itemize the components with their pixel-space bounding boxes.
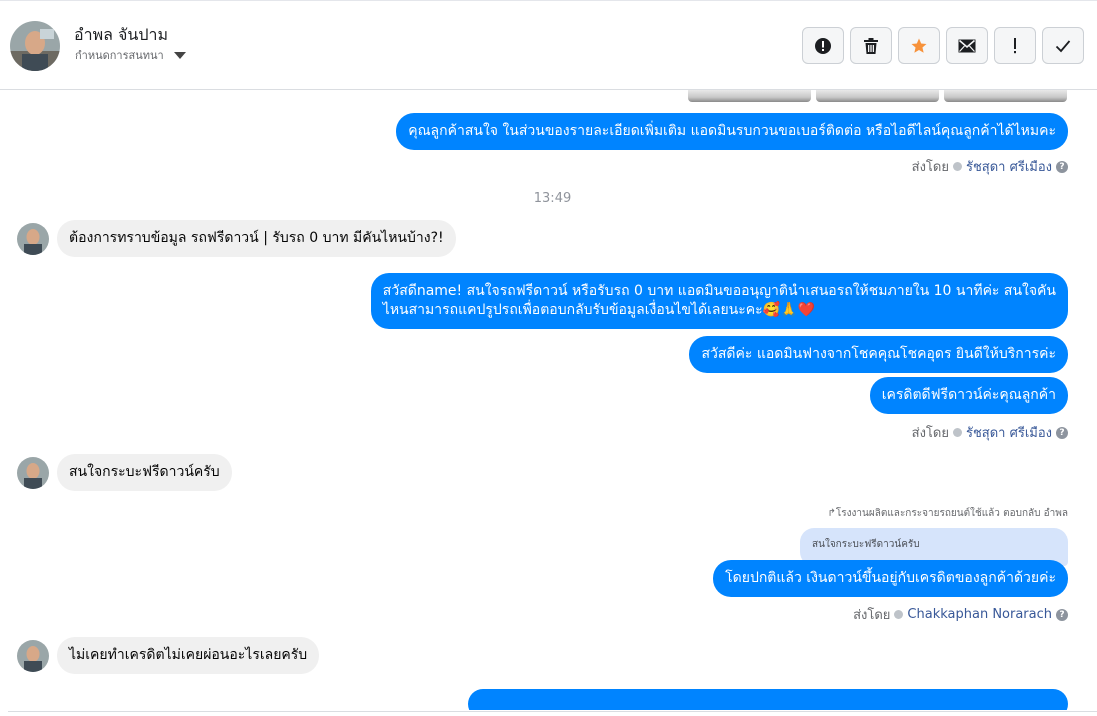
incoming-message[interactable]: สนใจกระบะฟรีดาวน์ครับ: [57, 454, 232, 491]
outgoing-message[interactable]: สวัสดีname! สนใจรถฟรีดาวน์ หรือรับรถ 0 บ…: [370, 273, 1068, 329]
sent-by-label: ส่งโดย: [853, 608, 891, 623]
help-icon[interactable]: ?: [1056, 160, 1068, 173]
message-row: สวัสดีname! สนใจรถฟรีดาวน์ หรือรับรถ 0 บ…: [370, 273, 1068, 329]
timestamp: 13:49: [533, 191, 572, 206]
message-row: สวัสดีค่ะ แอดมินฟางจากโชคคุณโชคอุดร ยินด…: [689, 336, 1068, 373]
outgoing-message[interactable]: โดยปกติแล้ว เงินดาวน์ขึ้นอยู่กับเครดิตขอ…: [713, 560, 1068, 597]
contact-avatar-small: [17, 456, 49, 489]
contact-avatar-small: [17, 222, 49, 255]
contact-avatar-small: [17, 639, 49, 672]
outgoing-message[interactable]: สวัสดีค่ะ แอดมินฟางจากโชคคุณโชคอุดร ยินด…: [689, 336, 1068, 373]
help-icon[interactable]: ?: [1056, 608, 1068, 621]
attachment-image[interactable]: [688, 90, 811, 102]
mark-done-button[interactable]: [1042, 27, 1084, 64]
verified-badge-icon: [952, 162, 962, 171]
outgoing-message[interactable]: คุณลูกค้าสนใจ ในส่วนของรายละเอียดเพิ่มเต…: [396, 113, 1068, 150]
conversation-toolbar: [802, 27, 1084, 64]
alert-circle-icon: [815, 37, 831, 54]
image-attachments: [688, 90, 1067, 102]
attachment-image[interactable]: [816, 90, 939, 102]
sent-by-line: ส่งโดย รัชสุดา ศรีเมือง ?: [912, 156, 1068, 177]
incoming-message[interactable]: ต้องการทราบข้อมูล รถฟรีดาวน์ | รับรถ 0 บ…: [57, 220, 456, 257]
sent-by-line: ส่งโดย Chakkaphan Norarach ?: [853, 604, 1068, 625]
message-row: ต้องการทราบข้อมูล รถฟรีดาวน์ | รับรถ 0 บ…: [17, 220, 456, 257]
exclamation-icon: [1014, 37, 1016, 53]
message-row: เครดิตดีฟรีดาวน์ค่ะคุณลูกค้า: [869, 377, 1068, 414]
assign-label: กำหนดการสนทนา: [75, 49, 164, 62]
sent-by-label: ส่งโดย: [911, 160, 949, 175]
message-row: คุณลูกค้าสนใจ ในส่วนของรายละเอียดเพิ่มเต…: [396, 113, 1068, 150]
message-thread[interactable]: คุณลูกค้าสนใจ ในส่วนของรายละเอียดเพิ่มเต…: [0, 90, 1097, 710]
assign-conversation-dropdown[interactable]: กำหนดการสนทนา: [75, 46, 186, 64]
incoming-message[interactable]: ไม่เคยทำเครดิตไม่เคยผ่อนอะไรเลยครับ: [57, 637, 320, 674]
star-button[interactable]: [898, 27, 940, 64]
message-row: สนใจกระบะฟรีดาวน์ครับ: [17, 454, 232, 491]
outgoing-message-partial[interactable]: [468, 689, 1068, 710]
contact-name: อำพล จันปาม: [74, 25, 169, 44]
message-row: ไม่เคยทำเครดิตไม่เคยผ่อนอะไรเลยครับ: [17, 637, 320, 674]
message-line: ไหนสามารถแคปรูปรถเพื่อตอบกลับรับข้อมูลเง…: [382, 302, 815, 318]
outgoing-message[interactable]: เครดิตดีฟรีดาวน์ค่ะคุณลูกค้า: [869, 377, 1068, 414]
sender-name[interactable]: รัชสุดา ศรีเมือง: [966, 422, 1052, 443]
mail-icon: [958, 39, 976, 52]
mark-unread-button[interactable]: [946, 27, 988, 64]
message-line: สวัสดีname! สนใจรถฟรีดาวน์ หรือรับรถ 0 บ…: [382, 283, 1056, 299]
contact-avatar[interactable]: [10, 21, 60, 71]
delete-button[interactable]: [850, 27, 892, 64]
trash-icon: [864, 37, 878, 54]
help-icon[interactable]: ?: [1056, 426, 1068, 439]
verified-badge-icon: [894, 610, 904, 619]
alert-button[interactable]: [802, 27, 844, 64]
verified-badge-icon: [952, 428, 962, 437]
reply-context-label: ↱โรงงานผลิตและกระจายรถยนต์ใช้แล้ว ตอบกลั…: [827, 508, 1068, 519]
message-row: [468, 689, 1068, 710]
sender-name[interactable]: รัชสุดา ศรีเมือง: [966, 156, 1052, 177]
check-icon: [1055, 39, 1071, 52]
composer-border: [8, 711, 1097, 716]
sent-by-label: ส่งโดย: [911, 426, 949, 441]
star-icon: [911, 38, 927, 53]
conversation-header: อำพล จันปาม กำหนดการสนทนา: [0, 0, 1097, 90]
caret-down-icon: [173, 51, 186, 59]
message-row: โดยปกติแล้ว เงินดาวน์ขึ้นอยู่กับเครดิตขอ…: [713, 560, 1068, 597]
spam-button[interactable]: [994, 27, 1036, 64]
attachment-image[interactable]: [944, 90, 1067, 102]
sender-name[interactable]: Chakkaphan Norarach: [907, 607, 1052, 622]
sent-by-line: ส่งโดย รัชสุดา ศรีเมือง ?: [912, 422, 1068, 443]
